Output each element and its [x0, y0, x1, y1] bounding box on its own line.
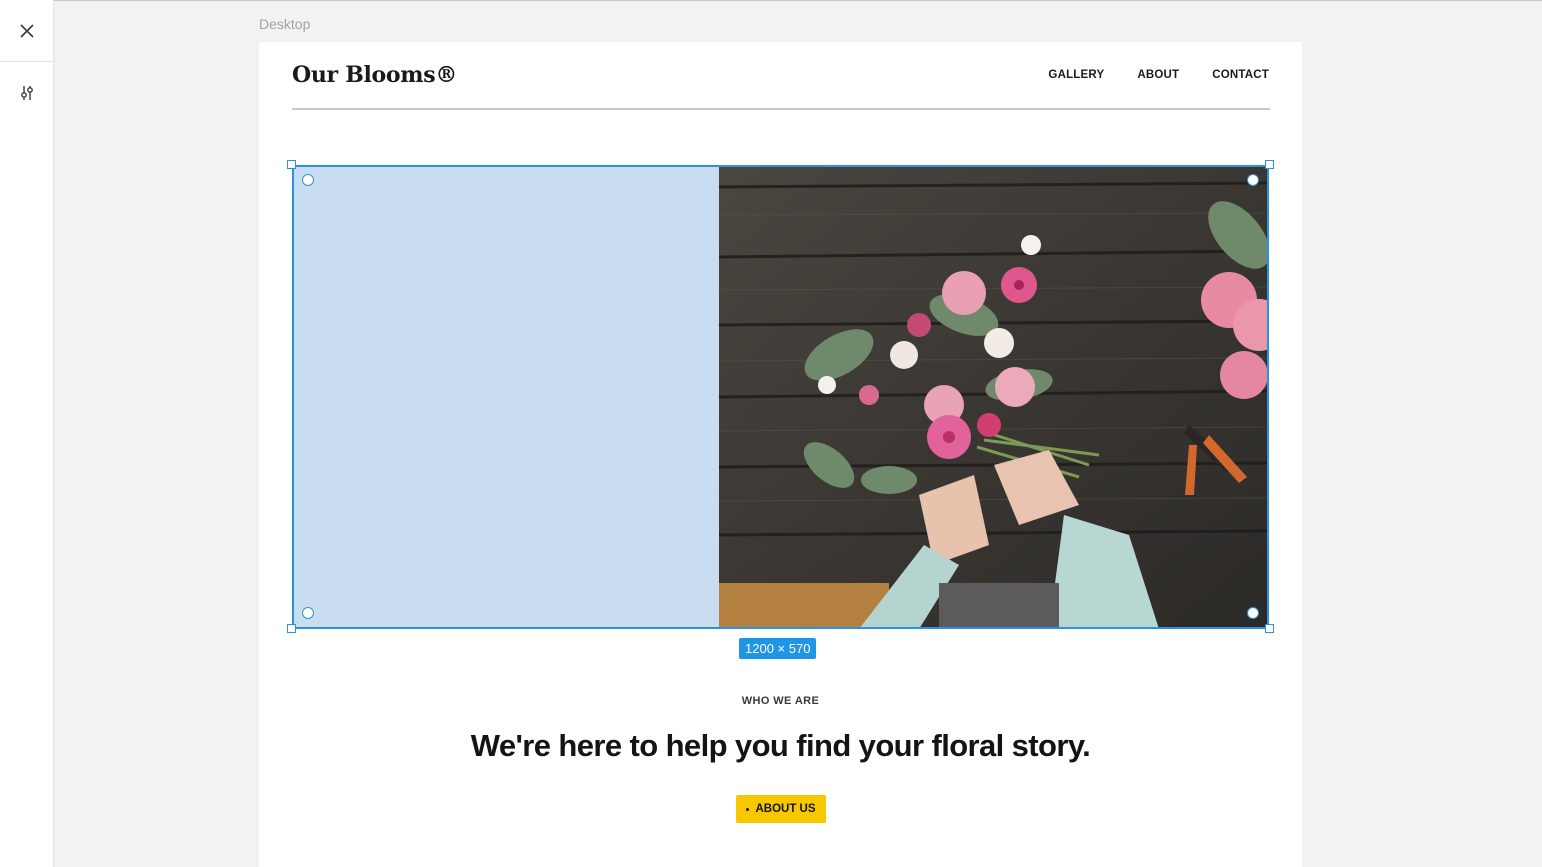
about-us-button[interactable]: ABOUT US [736, 795, 826, 823]
about-us-button-label: ABOUT US [755, 803, 816, 815]
device-label: Desktop [259, 16, 311, 32]
nav-about[interactable]: ABOUT [1137, 69, 1179, 81]
dimension-badge: 1200 × 570 [739, 638, 817, 659]
close-icon [20, 23, 34, 38]
corner-radius-handle-top-left[interactable] [302, 174, 314, 186]
section-eyebrow: WHO WE ARE [741, 695, 820, 707]
hero-flower-photo [719, 165, 1269, 629]
editor-sidebar [0, 0, 54, 867]
site-nav: GALLERY ABOUT CONTACT [1048, 69, 1269, 81]
resize-handle-top-right[interactable] [1265, 160, 1274, 169]
top-divider [0, 0, 1542, 1]
site-logo[interactable]: Our Blooms® [292, 62, 457, 88]
sliders-icon [21, 86, 33, 100]
header-divider [292, 108, 1270, 110]
style-settings-button[interactable] [0, 74, 54, 112]
corner-radius-handle-bottom-right[interactable] [1247, 607, 1259, 619]
nav-gallery[interactable]: GALLERY [1048, 69, 1104, 81]
nav-contact[interactable]: CONTACT [1212, 69, 1269, 81]
corner-radius-handle-bottom-left[interactable] [302, 607, 314, 619]
resize-handle-bottom-right[interactable] [1265, 624, 1274, 633]
bullet-icon [746, 807, 750, 811]
resize-handle-bottom-left[interactable] [287, 624, 296, 633]
image-placeholder-area [292, 165, 719, 629]
hero-image-block[interactable] [292, 165, 1269, 629]
close-button[interactable] [0, 0, 54, 62]
resize-handle-top-left[interactable] [287, 160, 296, 169]
site-preview-canvas: Our Blooms® GALLERY ABOUT CONTACT 1200 ×… [259, 42, 1302, 867]
corner-radius-handle-top-right[interactable] [1247, 174, 1259, 186]
section-headline: We're here to help you find your floral … [470, 728, 1091, 763]
